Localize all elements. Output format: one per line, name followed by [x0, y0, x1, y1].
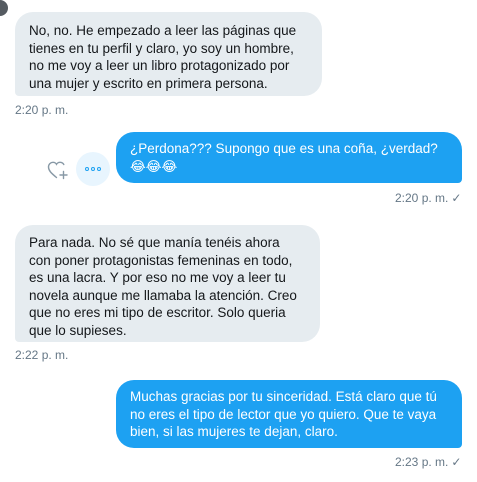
message-timestamp: 2:20 p. m.	[15, 103, 69, 117]
heart-plus-icon[interactable]	[47, 160, 69, 180]
message-timestamp: 2:20 p. m. ✓	[395, 191, 461, 205]
more-options-icon[interactable]	[76, 152, 110, 186]
timestamp-text: 2:20 p. m.	[395, 191, 449, 205]
sent-check-icon: ✓	[451, 191, 462, 205]
dot	[97, 167, 102, 171]
avatar[interactable]	[0, 0, 8, 16]
incoming-message: Para nada. No sé que manía tenéis ahora …	[15, 225, 320, 342]
incoming-message: No, no. He empezado a leer las páginas q…	[15, 12, 322, 96]
dot	[84, 167, 89, 171]
sent-check-icon: ✓	[451, 455, 462, 469]
timestamp-text: 2:23 p. m.	[395, 455, 449, 469]
dot	[91, 167, 95, 171]
outgoing-message: ¿Perdona??? Supongo que es una coña, ¿ve…	[116, 132, 462, 183]
outgoing-message: Muchas gracias por tu sinceridad. Está c…	[116, 380, 462, 448]
message-timestamp: 2:23 p. m. ✓	[395, 455, 461, 469]
message-timestamp: 2:22 p. m.	[15, 348, 69, 362]
